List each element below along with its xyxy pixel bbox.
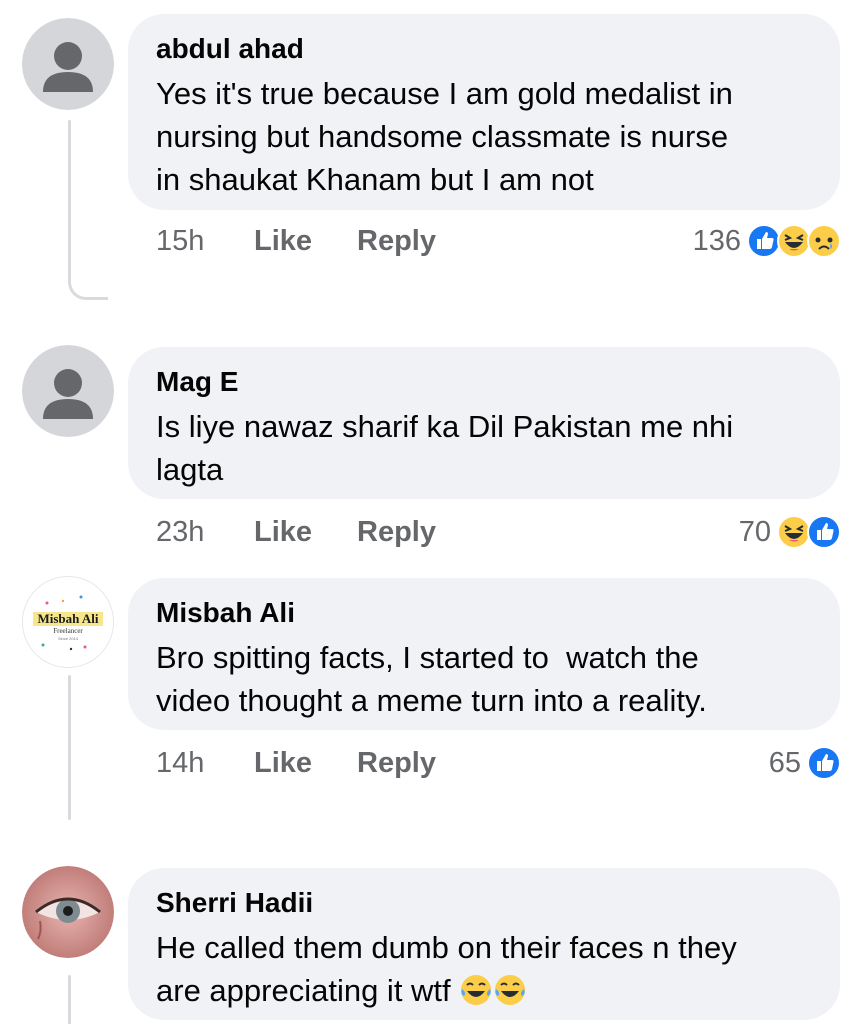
- reply-button[interactable]: Reply: [357, 516, 436, 549]
- like-icon: [807, 515, 841, 549]
- haha-icon: [777, 515, 811, 549]
- reaction-icons: [807, 746, 841, 780]
- reply-button[interactable]: Reply: [357, 747, 436, 780]
- svg-text:Freelancer: Freelancer: [53, 627, 83, 635]
- thread-line: [68, 675, 71, 820]
- comment-text: He called them dumb on their faces n the…: [156, 930, 737, 1008]
- like-button[interactable]: Like: [254, 225, 357, 258]
- timestamp[interactable]: 15h: [156, 225, 254, 258]
- reaction-count: 70: [738, 515, 771, 548]
- timestamp[interactable]: 14h: [156, 747, 254, 780]
- thread-line: [68, 120, 71, 250]
- avatar-sherri-hadii[interactable]: [22, 866, 114, 958]
- reaction-summary[interactable]: 70: [739, 512, 841, 552]
- comment-author[interactable]: Mag E: [156, 365, 812, 399]
- tears-of-joy-icon: [461, 975, 492, 1005]
- tears-of-joy-icon: [495, 975, 526, 1005]
- comment-text: Is liye nawaz sharif ka Dil Pakistan me …: [156, 409, 734, 487]
- thread-connector: [68, 240, 108, 300]
- eye-photo-avatar: [22, 866, 114, 958]
- comments-section: abdul ahad Yes it's true because I am go…: [0, 0, 867, 1024]
- comment-bubble: Misbah Ali Bro spitting facts, I started…: [128, 578, 840, 730]
- default-user-icon: [22, 18, 114, 110]
- sad-icon: [807, 224, 841, 258]
- misbah-ali-logo-avatar: Misbah Ali Freelancer Since 2014: [23, 577, 113, 667]
- comment-author[interactable]: Sherri Hadii: [156, 886, 812, 920]
- comment-author[interactable]: Misbah Ali: [156, 596, 812, 630]
- comment-actions: 15h Like Reply: [156, 221, 436, 261]
- svg-text:Since 2014: Since 2014: [58, 636, 79, 641]
- comment-bubble: Mag E Is liye nawaz sharif ka Dil Pakist…: [128, 347, 840, 499]
- avatar-default[interactable]: [22, 345, 114, 437]
- like-icon: [807, 746, 841, 780]
- thread-line: [68, 975, 71, 1024]
- comment-actions: 23h Like Reply: [156, 512, 436, 552]
- comment-bubble: abdul ahad Yes it's true because I am go…: [128, 14, 840, 210]
- comment-text: Bro spitting facts, I started to watch t…: [156, 640, 707, 718]
- comment-author[interactable]: abdul ahad: [156, 32, 812, 66]
- comment-text: Yes it's true because I am gold medalist…: [156, 76, 733, 197]
- haha-icon: [777, 224, 811, 258]
- avatar-default[interactable]: [22, 18, 114, 110]
- reaction-icons: [747, 224, 841, 258]
- reaction-count: 136: [692, 224, 741, 257]
- like-button[interactable]: Like: [254, 516, 357, 549]
- like-icon: [747, 224, 781, 258]
- svg-text:Misbah Ali: Misbah Ali: [37, 611, 98, 626]
- reaction-icons: [777, 515, 841, 549]
- comment-actions: 14h Like Reply: [156, 743, 436, 783]
- like-button[interactable]: Like: [254, 747, 357, 780]
- reaction-count: 65: [768, 746, 801, 779]
- reply-button[interactable]: Reply: [357, 225, 436, 258]
- comment-bubble: Sherri Hadii He called them dumb on thei…: [128, 868, 840, 1020]
- default-user-icon: [22, 345, 114, 437]
- reaction-summary[interactable]: 136: [693, 221, 841, 261]
- reaction-summary[interactable]: 65: [769, 743, 841, 783]
- avatar-misbah-ali[interactable]: Misbah Ali Freelancer Since 2014: [22, 576, 114, 668]
- timestamp[interactable]: 23h: [156, 516, 254, 549]
